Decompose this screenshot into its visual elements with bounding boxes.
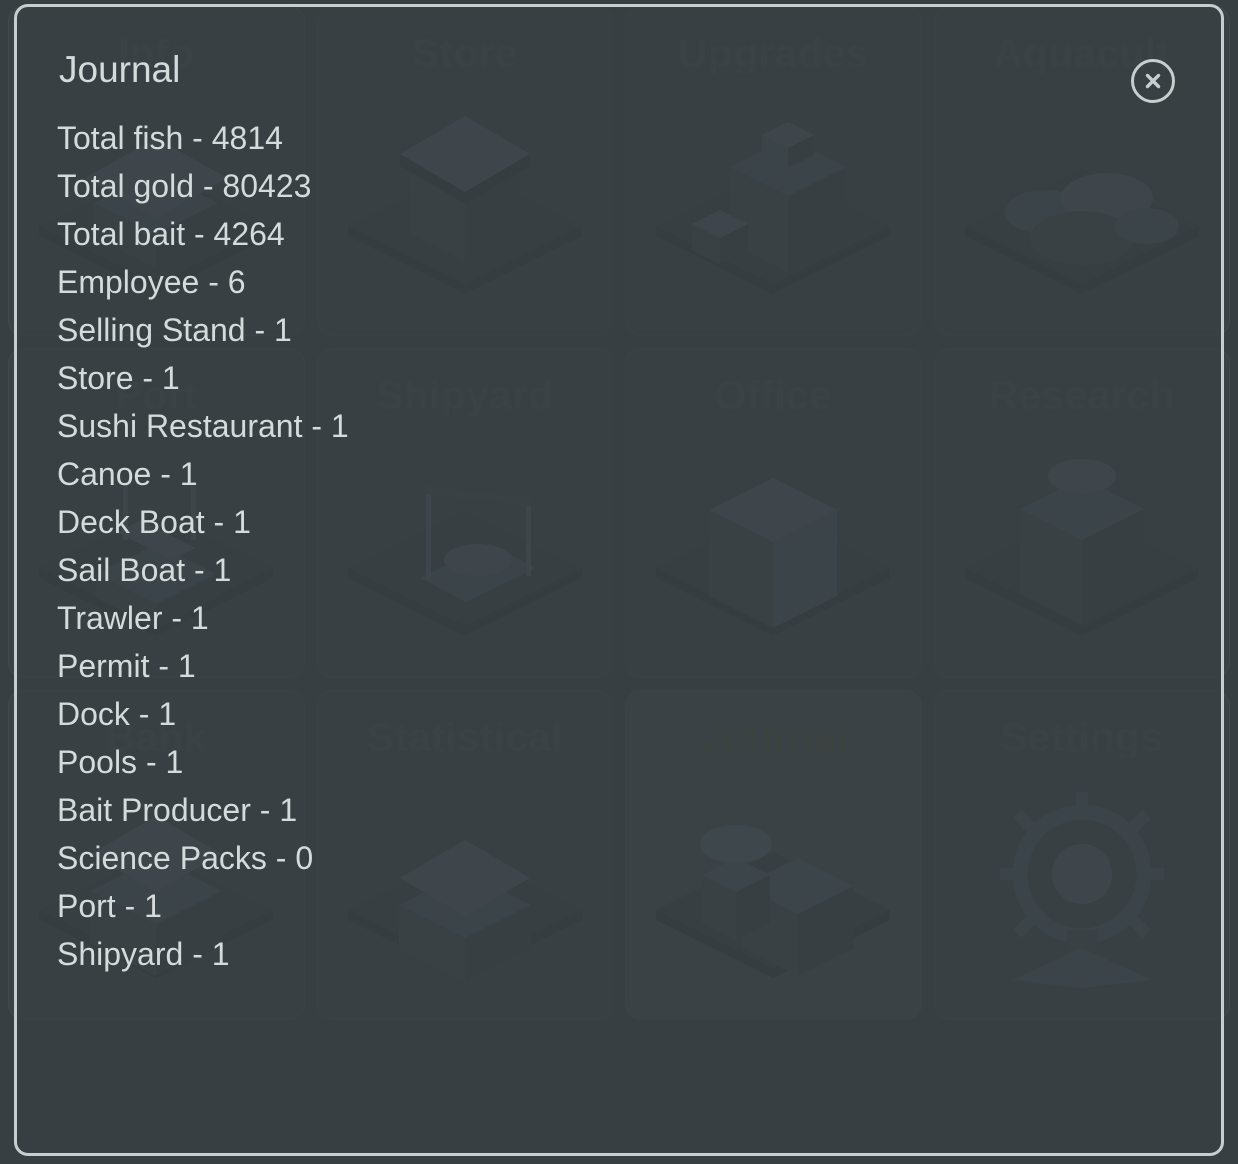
journal-entry: Sail Boat - 1 <box>57 552 232 588</box>
journal-entry: Port - 1 <box>57 888 162 924</box>
journal-entry: Deck Boat - 1 <box>57 504 251 540</box>
journal-entry: Total gold - 80423 <box>57 168 312 204</box>
journal-entry: Science Packs - 0 <box>57 840 314 876</box>
journal-stats-list: Total fish - 4814 Total gold - 80423 Total… <box>57 114 1181 978</box>
journal-entry: Pools - 1 <box>57 744 184 780</box>
journal-entry: Dock - 1 <box>57 696 177 732</box>
close-button[interactable] <box>1131 59 1175 103</box>
journal-entry: Selling Stand - 1 <box>57 312 292 348</box>
journal-entry: Total bait - 4264 <box>57 216 285 252</box>
close-icon <box>1143 71 1163 91</box>
journal-entry: Sushi Restaurant - 1 <box>57 408 349 444</box>
journal-entry: Store - 1 <box>57 360 180 396</box>
journal-entry: Total fish - 4814 <box>57 120 283 156</box>
journal-entry: Shipyard - 1 <box>57 936 230 972</box>
journal-entry: Bait Producer - 1 <box>57 792 298 828</box>
journal-entry: Canoe - 1 <box>57 456 198 492</box>
journal-entry: Permit - 1 <box>57 648 196 684</box>
journal-title: Journal <box>59 49 181 90</box>
journal-overlay-panel: Journal Total fish - 4814 Total gold - 80… <box>14 4 1224 1156</box>
journal-entry: Trawler - 1 <box>57 600 209 636</box>
journal-entry: Employee - 6 <box>57 264 246 300</box>
